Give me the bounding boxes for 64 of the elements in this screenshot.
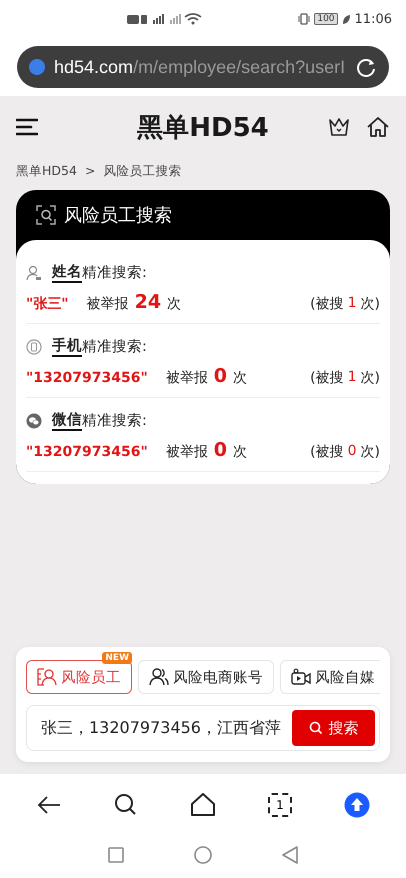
person-icon — [26, 264, 42, 280]
search-type-label: 精准搜索: — [82, 338, 147, 356]
search-type-tab[interactable]: 风险自媒 — [280, 660, 380, 694]
search-type-label: 精准搜索: — [82, 412, 147, 430]
scan-search-icon — [36, 205, 56, 225]
reload-icon[interactable] — [355, 56, 377, 78]
unit-label: 次) — [360, 369, 380, 387]
searched-label: (被搜 — [310, 369, 344, 387]
search-type-tab[interactable]: 风险电商账号 — [138, 660, 274, 694]
search-count: 1 — [348, 295, 357, 313]
clock-time: 11:06 — [354, 12, 392, 26]
report-count: 0 — [214, 439, 227, 461]
breadcrumb-link[interactable]: 风险员工搜索 — [103, 163, 182, 180]
site-logo[interactable]: 黑单HD54 — [137, 110, 269, 144]
query-value: "13207973456" — [26, 370, 148, 386]
back-triangle-icon[interactable] — [282, 846, 298, 864]
person-card-icon — [37, 668, 57, 686]
unit-label: 次) — [360, 443, 380, 461]
breadcrumb-separator: > — [84, 163, 96, 180]
searched-label: (被搜 — [310, 443, 344, 461]
leaf-icon — [342, 14, 351, 24]
search-field[interactable]: 张三，13207973456，江西省萍 搜索 — [26, 705, 380, 751]
unit-label: 次 — [232, 443, 247, 461]
card-title: 风险员工搜索 — [64, 204, 172, 227]
recent-apps-icon[interactable] — [108, 847, 124, 863]
video-camera-icon — [291, 668, 311, 686]
vibrate-icon — [298, 13, 310, 25]
site-badge-icon — [29, 59, 45, 75]
searched-label: (被搜 — [310, 295, 344, 313]
reported-label: 被举报 — [166, 443, 208, 461]
unit-label: 次 — [232, 369, 247, 387]
menu-icon[interactable] — [16, 118, 38, 136]
search-type-tab[interactable]: 风险员工 — [26, 660, 132, 694]
tab-count-button[interactable]: 1 — [268, 793, 292, 817]
address-bar[interactable]: hd54.com/m/employee/search?userI — [17, 46, 389, 88]
query-value: "13207973456" — [26, 444, 148, 460]
users-icon — [149, 668, 169, 686]
report-count: 0 — [214, 365, 227, 387]
home-icon[interactable] — [366, 116, 390, 138]
unit-label: 次 — [167, 295, 182, 313]
search-icon — [308, 721, 322, 735]
battery-level: 100 — [314, 13, 338, 25]
search-icon[interactable] — [114, 793, 138, 817]
search-count: 0 — [348, 443, 357, 461]
home-button-icon[interactable] — [194, 846, 212, 864]
upload-icon[interactable] — [344, 792, 370, 818]
back-icon[interactable] — [36, 795, 62, 815]
search-button[interactable]: 搜索 — [292, 710, 375, 746]
search-count: 1 — [348, 369, 357, 387]
search-type-label: 精准搜索: — [82, 264, 147, 282]
phone-icon — [26, 338, 42, 354]
reported-label: 被举报 — [166, 369, 208, 387]
report-count: 24 — [134, 291, 162, 313]
field-name: 微信 — [52, 410, 82, 431]
breadcrumb-link[interactable]: 黑单HD54 — [16, 163, 77, 180]
reported-label: 被举报 — [86, 295, 129, 313]
new-badge: NEW — [102, 652, 132, 664]
home-icon[interactable] — [190, 793, 216, 817]
unit-label: 次) — [360, 295, 380, 313]
chat-icon — [26, 412, 42, 428]
query-value: "张三" — [26, 295, 69, 313]
field-name: 手机 — [52, 336, 82, 357]
field-name: 姓名 — [52, 262, 82, 283]
crown-icon[interactable] — [328, 117, 350, 137]
